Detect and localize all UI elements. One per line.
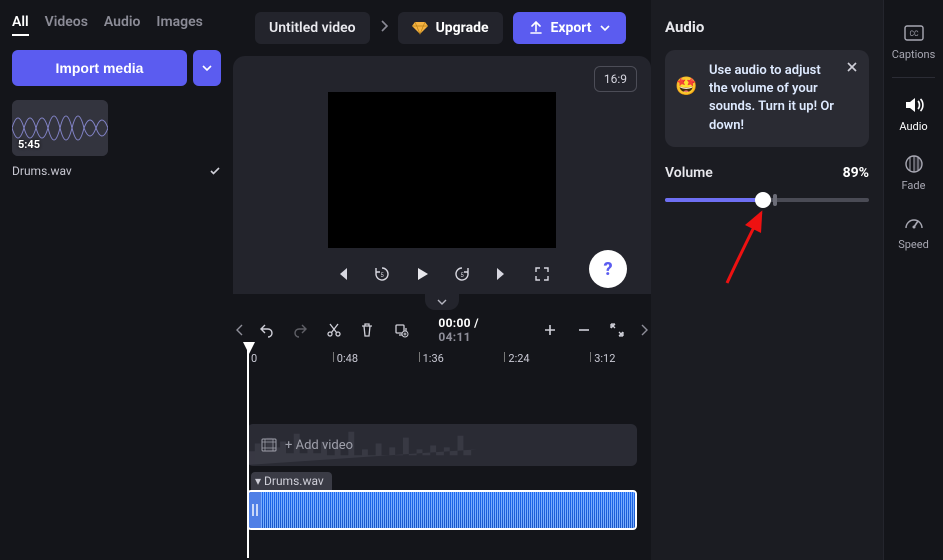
- upgrade-button[interactable]: Upgrade: [398, 12, 503, 44]
- video-canvas[interactable]: [328, 92, 556, 248]
- captions-icon: CC: [903, 22, 925, 44]
- volume-slider-fill: [665, 198, 763, 202]
- rewind-5-button[interactable]: 5: [372, 264, 392, 284]
- skip-start-button[interactable]: [332, 264, 352, 284]
- tool-label: Speed: [898, 238, 929, 251]
- gauge-icon: [903, 212, 925, 234]
- audio-clip-trim-handle[interactable]: [249, 492, 261, 528]
- tool-captions[interactable]: CC Captions: [884, 12, 943, 71]
- svg-text:CC: CC: [909, 30, 919, 38]
- fade-icon: [903, 153, 925, 175]
- forward-5-button[interactable]: 5: [452, 264, 472, 284]
- close-icon[interactable]: [843, 58, 861, 76]
- tool-rail: CC Captions Audio Fade Speed: [883, 0, 943, 560]
- split-button[interactable]: [324, 320, 343, 340]
- speaker-icon: [903, 94, 925, 116]
- playhead[interactable]: [247, 348, 249, 558]
- fullscreen-button[interactable]: [532, 264, 552, 284]
- chevron-down-icon: [202, 63, 212, 73]
- annotation-arrow-icon: [719, 207, 769, 287]
- tab-all[interactable]: All: [12, 14, 29, 36]
- undo-button[interactable]: [257, 320, 276, 340]
- export-button[interactable]: Export: [513, 12, 626, 44]
- timecode: 00:00 / 04:11: [438, 316, 512, 344]
- import-media-button[interactable]: Import media: [12, 50, 187, 86]
- play-button[interactable]: [412, 264, 432, 284]
- media-tabs: All Videos Audio Images: [12, 14, 221, 36]
- help-button[interactable]: ?: [589, 250, 627, 288]
- chevron-right-icon: [380, 20, 388, 36]
- skip-end-button[interactable]: [492, 264, 512, 284]
- import-media-dropdown[interactable]: [193, 50, 221, 86]
- media-duration: 5:45: [18, 138, 40, 151]
- volume-label: Volume: [665, 165, 713, 181]
- svg-text:5: 5: [380, 272, 384, 279]
- timeline-ruler[interactable]: 0 0:48 1:36 2:24 3:12: [247, 350, 637, 374]
- tool-label: Captions: [892, 48, 936, 61]
- volume-100-marker: [773, 194, 777, 206]
- upload-icon: [529, 21, 543, 35]
- video-track-placeholder[interactable]: + Add video: [247, 424, 637, 466]
- tool-audio[interactable]: Audio: [884, 84, 943, 143]
- timeline[interactable]: 0 0:48 1:36 2:24 3:12 + Add video ▾ Drum…: [233, 350, 651, 530]
- emoji-icon: 🤩: [675, 74, 697, 99]
- media-thumbnail[interactable]: 5:45: [12, 100, 108, 156]
- tool-speed[interactable]: Speed: [884, 202, 943, 261]
- zoom-in-button[interactable]: [541, 320, 560, 340]
- media-filename: Drums.wav: [12, 164, 72, 178]
- playback-controls: 5 5: [247, 248, 637, 294]
- delete-button[interactable]: [357, 320, 376, 340]
- ruler-label: 0:48: [337, 352, 358, 365]
- duplicate-button[interactable]: [391, 320, 410, 340]
- timeline-scroll-left[interactable]: [233, 324, 247, 336]
- top-bar: Untitled video Upgrade Export: [233, 0, 651, 56]
- ruler-label: 0: [251, 352, 257, 365]
- fit-button[interactable]: [608, 320, 627, 340]
- timeline-scroll-right[interactable]: [637, 324, 651, 336]
- media-panel: All Videos Audio Images Import media 5:4…: [0, 0, 233, 560]
- svg-text:5: 5: [460, 272, 464, 279]
- audio-tip: 🤩 Use audio to adjust the volume of your…: [665, 50, 869, 147]
- tab-videos[interactable]: Videos: [45, 14, 88, 36]
- tool-label: Fade: [902, 179, 926, 192]
- ruler-label: 1:36: [423, 352, 444, 365]
- project-title[interactable]: Untitled video: [255, 12, 370, 44]
- preview-area: 16:9 5 5 ?: [233, 56, 651, 294]
- ruler-label: 2:24: [508, 352, 529, 365]
- audio-clip-label: ▾ Drums.wav: [247, 472, 637, 490]
- collapse-preview-button[interactable]: [425, 294, 459, 310]
- tip-text: Use audio to adjust the volume of your s…: [709, 63, 834, 133]
- volume-value: 89%: [843, 165, 869, 181]
- ruler-label: 3:12: [594, 352, 615, 365]
- aspect-ratio-button[interactable]: 16:9: [594, 66, 637, 92]
- volume-slider[interactable]: [665, 189, 869, 211]
- check-icon: [209, 165, 221, 177]
- redo-button[interactable]: [290, 320, 309, 340]
- video-placeholder-icon: [261, 438, 277, 452]
- zoom-out-button[interactable]: [574, 320, 593, 340]
- diamond-icon: [412, 21, 428, 35]
- properties-panel: Audio 🤩 Use audio to adjust the volume o…: [651, 0, 883, 560]
- timeline-toolbar: 00:00 / 04:11: [247, 310, 637, 350]
- add-video-label: + Add video: [285, 438, 353, 453]
- audio-clip[interactable]: [247, 490, 637, 530]
- upgrade-label: Upgrade: [436, 20, 489, 36]
- tab-images[interactable]: Images: [156, 14, 202, 36]
- chevron-down-icon: [600, 23, 610, 33]
- properties-title: Audio: [665, 18, 869, 36]
- tool-fade[interactable]: Fade: [884, 143, 943, 202]
- volume-slider-knob[interactable]: [755, 192, 771, 208]
- tool-label: Audio: [899, 120, 927, 133]
- tab-audio[interactable]: Audio: [104, 14, 141, 36]
- export-label: Export: [551, 20, 592, 36]
